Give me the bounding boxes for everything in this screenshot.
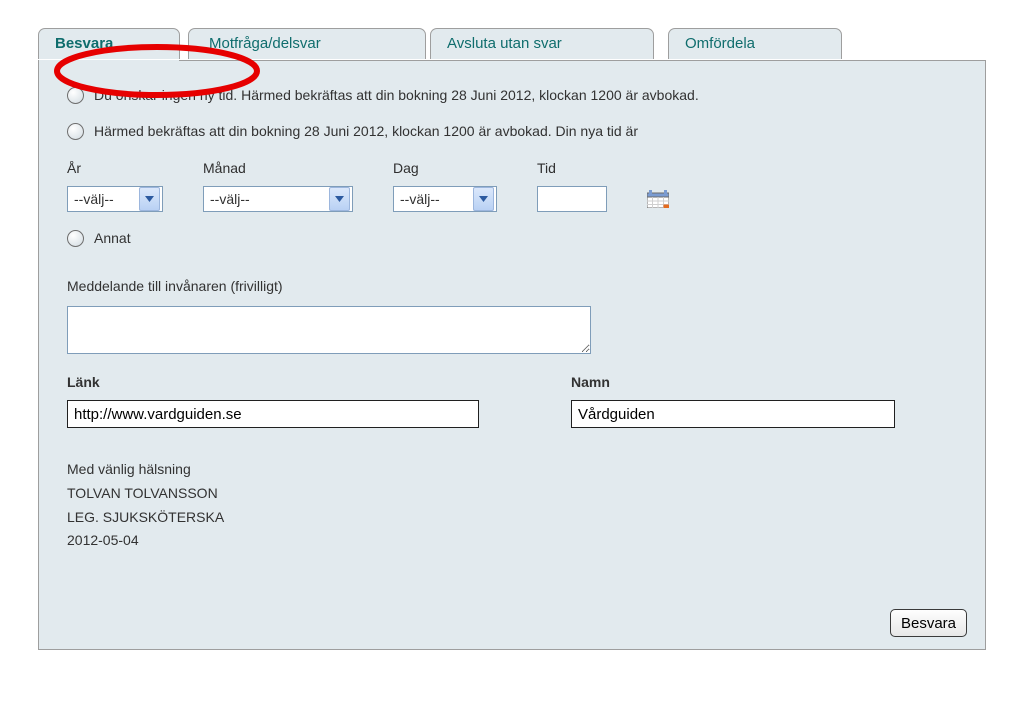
month-select[interactable]: --välj-- <box>203 186 353 212</box>
month-select-value: --välj-- <box>210 191 258 207</box>
year-select[interactable]: --välj-- <box>67 186 163 212</box>
message-label: Meddelande till invånaren (frivilligt) <box>67 278 957 294</box>
link-input[interactable] <box>67 400 479 428</box>
year-select-value: --välj-- <box>74 191 122 207</box>
day-select[interactable]: --välj-- <box>393 186 497 212</box>
message-textarea[interactable] <box>67 306 591 354</box>
link-label: Länk <box>67 374 479 390</box>
submit-button[interactable]: Besvara <box>890 609 967 637</box>
name-input[interactable] <box>571 400 895 428</box>
radio-new-time-label: Härmed bekräftas att din bokning 28 Juni… <box>94 121 638 143</box>
time-input[interactable] <box>537 186 607 212</box>
radio-other[interactable] <box>67 230 84 247</box>
calendar-icon[interactable] <box>647 190 669 208</box>
radio-no-new-time[interactable] <box>67 87 84 104</box>
time-label: Tid <box>537 160 607 176</box>
tab-omfordela[interactable]: Omfördela <box>668 28 842 59</box>
day-label: Dag <box>393 160 497 176</box>
chevron-down-icon <box>139 187 160 211</box>
tab-avsluta[interactable]: Avsluta utan svar <box>430 28 654 59</box>
panel-besvara: Du önskar ingen ny tid. Härmed bekräftas… <box>38 60 986 650</box>
tab-motfraga[interactable]: Motfråga/delsvar <box>188 28 426 59</box>
name-label: Namn <box>571 374 895 390</box>
tab-bar: Besvara Motfråga/delsvar Avsluta utan sv… <box>38 28 986 60</box>
radio-new-time[interactable] <box>67 123 84 140</box>
signature-block: Med vänlig hälsning TOLVAN TOLVANSSON LE… <box>67 458 957 553</box>
chevron-down-icon <box>329 187 350 211</box>
signature-greeting: Med vänlig hälsning <box>67 458 957 482</box>
year-label: År <box>67 160 163 176</box>
signature-person: TOLVAN TOLVANSSON <box>67 482 957 506</box>
signature-title: LEG. SJUKSKÖTERSKA <box>67 506 957 530</box>
chevron-down-icon <box>473 187 494 211</box>
tab-besvara[interactable]: Besvara <box>38 28 180 59</box>
day-select-value: --välj-- <box>400 191 448 207</box>
radio-no-new-time-label: Du önskar ingen ny tid. Härmed bekräftas… <box>94 85 699 107</box>
month-label: Månad <box>203 160 353 176</box>
radio-other-label: Annat <box>94 228 131 250</box>
signature-date: 2012-05-04 <box>67 529 957 553</box>
